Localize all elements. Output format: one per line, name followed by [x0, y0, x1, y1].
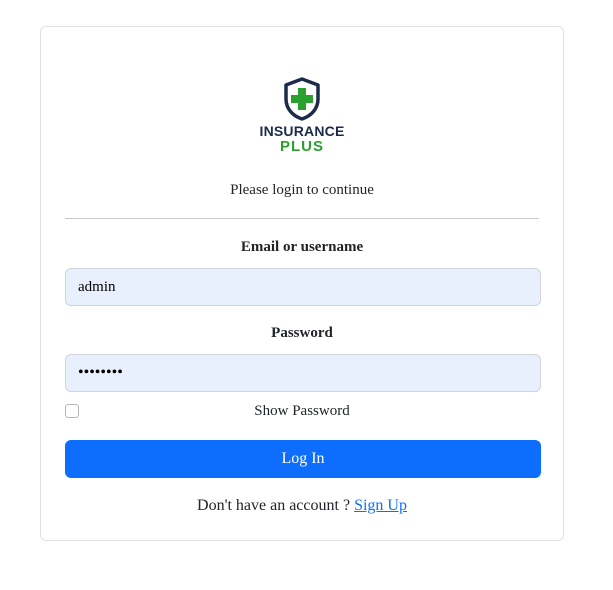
show-password-label: Show Password — [254, 403, 350, 419]
signup-prompt: Don't have an account ? — [197, 497, 355, 514]
email-label: Email or username — [240, 239, 364, 255]
login-button[interactable]: Log In — [65, 440, 541, 478]
password-input[interactable] — [65, 354, 541, 392]
brand-name: INSURANCE — [259, 123, 345, 139]
login-card: INSURANCE PLUS Please login to continue … — [40, 26, 564, 541]
signup-link[interactable]: Sign Up — [354, 497, 407, 514]
brand-tagline: PLUS — [279, 138, 324, 155]
password-label: Password — [271, 325, 333, 341]
brand-logo: INSURANCE PLUS — [41, 77, 563, 155]
email-input[interactable] — [65, 268, 541, 306]
login-subtitle: Please login to continue — [230, 182, 374, 198]
shield-plus-icon — [282, 77, 322, 121]
signup-row: Don't have an account ? Sign Up — [41, 497, 563, 515]
divider — [65, 218, 539, 219]
